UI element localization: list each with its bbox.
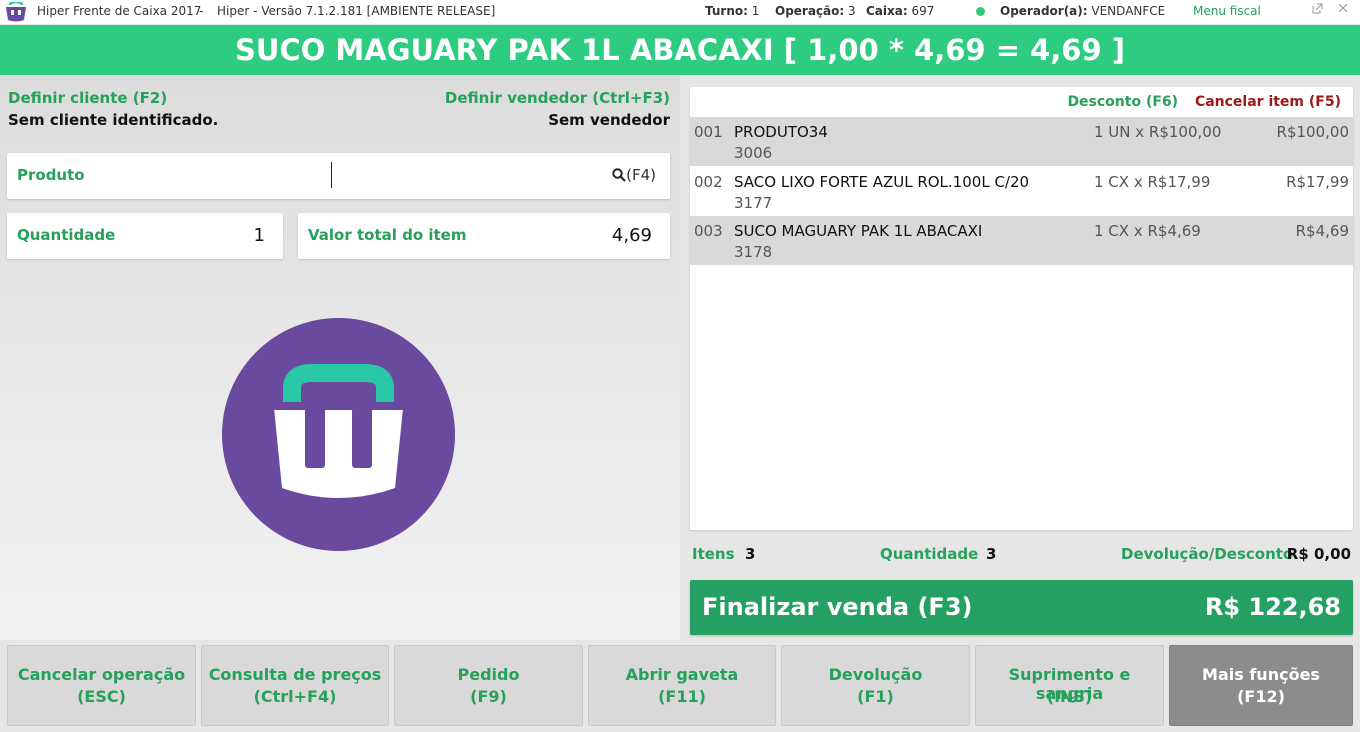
operator-value: VENDANFCE: [1091, 4, 1166, 18]
button-label: Mais funções: [1202, 665, 1320, 684]
shift-value: 1: [751, 4, 760, 18]
define-seller-link[interactable]: Definir vendedor (Ctrl+F3): [445, 89, 670, 107]
operation-info: Operação: 3: [775, 4, 856, 18]
button-label: Pedido: [457, 665, 520, 684]
cancel-operation-button[interactable]: Cancelar operação (ESC): [7, 645, 196, 726]
item-total: R$17,99: [1286, 173, 1349, 191]
item-name: PRODUTO34: [734, 123, 828, 141]
menu-fiscal-link[interactable]: Menu fiscal: [1193, 4, 1261, 18]
item-total-field[interactable]: Valor total do item 4,69: [298, 213, 670, 259]
product-search-button[interactable]: (F4): [612, 166, 656, 184]
operation-value: 3: [848, 4, 856, 18]
current-item-banner: SUCO MAGUARY PAK 1L ABACAXI [ 1,00 * 4,6…: [0, 25, 1360, 75]
items-count-label: Itens: [692, 545, 735, 563]
item-name: SUCO MAGUARY PAK 1L ABACAXI: [734, 222, 983, 240]
item-row[interactable]: 001 PRODUTO34 3006 1 UN x R$100,00 R$100…: [690, 117, 1353, 166]
button-shortcut: (F11): [658, 687, 706, 706]
price-lookup-button[interactable]: Consulta de preços (Ctrl+F4): [201, 645, 389, 726]
app-logo-icon: [6, 2, 26, 22]
finalize-label: Finalizar venda (F3): [702, 593, 973, 621]
button-shortcut: (INS): [1046, 687, 1093, 706]
item-actions: Desconto (F6) Cancelar item (F5): [1067, 94, 1341, 110]
left-panel: Definir cliente (F2) Sem cliente identif…: [0, 75, 680, 640]
item-code: 3177: [734, 194, 773, 212]
item-number: 002: [694, 173, 723, 191]
button-label: Abrir gaveta: [625, 665, 739, 684]
version-text: Hiper - Versão 7.1.2.181 [AMBIENTE RELEA…: [217, 4, 496, 18]
items-list-panel: Desconto (F6) Cancelar item (F5) 001 PRO…: [690, 87, 1353, 530]
order-button[interactable]: Pedido (F9): [394, 645, 583, 726]
text-cursor: [331, 162, 332, 188]
sale-summary: Itens 3 Quantidade 3 Devolução/Desconto …: [690, 545, 1353, 567]
register-info: Caixa: 697: [866, 4, 934, 18]
item-total: R$4,69: [1295, 222, 1349, 240]
basket-logo-icon: [222, 318, 455, 551]
product-input[interactable]: Produto (F4): [7, 153, 670, 199]
product-label: Produto: [17, 166, 85, 184]
cancel-item-button[interactable]: Cancelar item (F5): [1195, 94, 1341, 110]
close-icon[interactable]: [1336, 3, 1350, 19]
item-quantity-price: 1 CX x R$4,69: [1094, 222, 1201, 240]
total-quantity-value: 3: [986, 545, 997, 563]
item-quantity-price: 1 CX x R$17,99: [1094, 173, 1211, 191]
define-client-link[interactable]: Definir cliente (F2): [8, 89, 167, 107]
sale-total: R$ 122,68: [1204, 593, 1341, 621]
operation-label: Operação:: [775, 4, 845, 18]
search-shortcut: (F4): [626, 166, 656, 184]
title-separator: -: [199, 4, 204, 18]
item-total-label: Valor total do item: [308, 226, 467, 244]
button-shortcut: (F9): [470, 687, 507, 706]
quantity-field[interactable]: Quantidade 1: [7, 213, 283, 259]
open-drawer-button[interactable]: Abrir gaveta (F11): [588, 645, 776, 726]
item-quantity-price: 1 UN x R$100,00: [1094, 123, 1222, 141]
finalize-sale-button[interactable]: Finalizar venda (F3) R$ 122,68: [690, 580, 1353, 635]
item-code: 3006: [734, 144, 773, 162]
item-total: R$100,00: [1276, 123, 1349, 141]
seller-status: Sem vendedor: [548, 111, 670, 129]
quantity-value: 1: [253, 225, 265, 246]
register-value: 697: [911, 4, 935, 18]
discount-button[interactable]: Desconto (F6): [1067, 94, 1178, 110]
online-status-indicator: [976, 7, 985, 16]
button-shortcut: (F1): [857, 687, 894, 706]
register-label: Caixa:: [866, 4, 908, 18]
button-shortcut: (F12): [1237, 687, 1285, 706]
operator-label: Operador(a):: [1000, 4, 1088, 18]
operator-info: Operador(a): VENDANFCE: [1000, 4, 1165, 18]
app-title: Hiper Frente de Caixa 2017: [37, 4, 202, 18]
item-total-value: 4,69: [611, 225, 652, 246]
supply-withdrawal-button[interactable]: Suprimento e sangria (INS): [975, 645, 1164, 726]
item-row[interactable]: 002 SACO LIXO FORTE AZUL ROL.100L C/20 3…: [690, 167, 1353, 216]
button-shortcut: (Ctrl+F4): [253, 687, 337, 706]
item-row[interactable]: 003 SUCO MAGUARY PAK 1L ABACAXI 3178 1 C…: [690, 216, 1353, 265]
discount-total-value: R$ 0,00: [1286, 545, 1351, 563]
items-count-value: 3: [745, 545, 756, 563]
shift-info: Turno: 1: [705, 4, 759, 18]
shift-label: Turno:: [705, 4, 748, 18]
title-bar: Hiper Frente de Caixa 2017 - Hiper - Ver…: [0, 0, 1360, 24]
popout-icon[interactable]: [1310, 3, 1324, 19]
quantity-label: Quantidade: [17, 226, 116, 244]
item-number: 003: [694, 222, 723, 240]
item-name: SACO LIXO FORTE AZUL ROL.100L C/20: [734, 173, 1030, 191]
button-label: Cancelar operação: [17, 665, 186, 684]
more-functions-button[interactable]: Mais funções (F12): [1169, 645, 1353, 726]
discount-total-label: Devolução/Desconto: [1121, 545, 1294, 563]
button-label: Consulta de preços: [208, 665, 382, 684]
item-code: 3178: [734, 243, 773, 261]
item-number: 001: [694, 123, 723, 141]
total-quantity-label: Quantidade: [880, 545, 979, 563]
client-status: Sem cliente identificado.: [8, 111, 219, 129]
search-icon: [612, 168, 626, 182]
return-button[interactable]: Devolução (F1): [781, 645, 970, 726]
button-label: Devolução: [828, 665, 923, 684]
button-shortcut: (ESC): [77, 687, 126, 706]
